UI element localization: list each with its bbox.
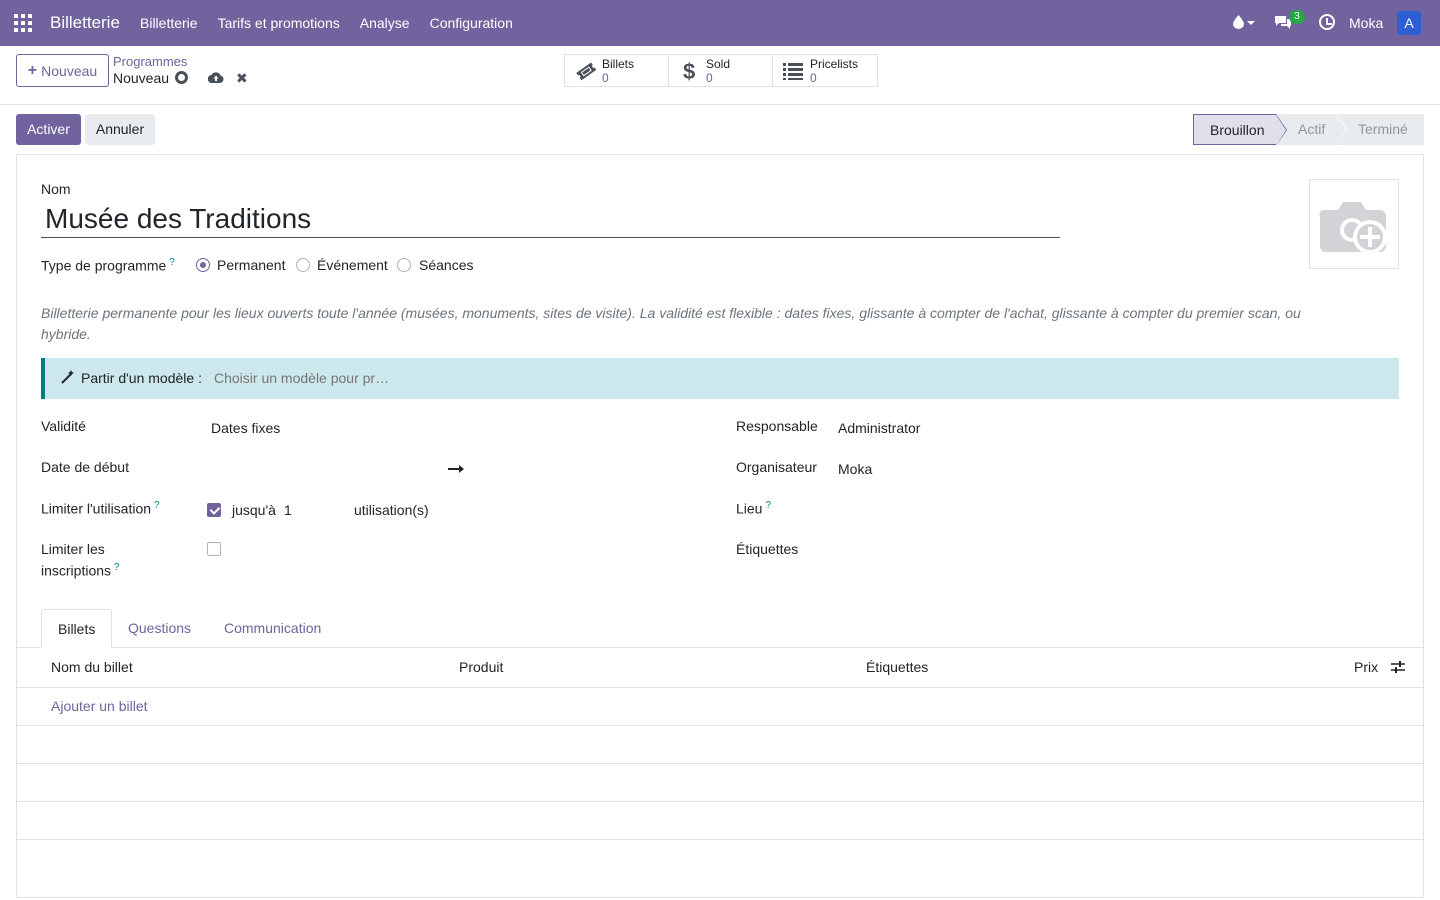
status-bar: Brouillon Actif Terminé	[1193, 113, 1424, 146]
main-menu: Billetterie Tarifs et promotions Analyse…	[140, 15, 533, 31]
smart-buttons: Billets 0 $ Sold 0 Pricelists 0	[564, 54, 878, 87]
validity-label: Validité	[41, 418, 86, 434]
row-divider	[17, 801, 1423, 802]
name-input[interactable]: Musée des Traditions	[45, 203, 311, 235]
limit-registrations-checkbox[interactable]	[207, 542, 221, 556]
camera-add-icon	[1319, 202, 1387, 254]
limit-registrations-label: Limiter les	[41, 541, 105, 557]
cloud-upload-icon[interactable]	[208, 72, 224, 83]
dollar-icon: $	[683, 61, 695, 81]
svg-text:$: $	[683, 61, 695, 81]
limit-usage-suffix: utilisation(s)	[354, 502, 429, 518]
smart-button-value: 0	[810, 71, 817, 85]
limit-registrations-label-line2: inscriptions?	[41, 562, 120, 579]
radio-seances-label[interactable]: Séances	[419, 257, 473, 273]
list-header: Nom du billet Produit Étiquettes Prix	[17, 648, 1423, 688]
limit-usage-label: Limiter l'utilisation?	[41, 500, 160, 517]
arrow-right-icon	[448, 465, 464, 473]
apps-grid-icon[interactable]	[14, 14, 32, 32]
gear-icon[interactable]	[175, 71, 188, 84]
stage-label: Actif	[1298, 121, 1326, 137]
notebook-tabs: Billets Questions Communication	[17, 609, 1423, 648]
list-icon	[783, 63, 803, 80]
row-divider	[17, 725, 1423, 726]
template-label: Partir d'un modèle :	[81, 370, 202, 386]
smart-button-label: Billets	[602, 57, 635, 71]
chat-badge: 3	[1289, 10, 1305, 24]
new-button[interactable]: + Nouveau	[16, 54, 109, 87]
user-avatar[interactable]: A	[1397, 11, 1421, 35]
tab-billets[interactable]: Billets	[41, 609, 113, 648]
radio-permanent-label[interactable]: Permanent	[217, 257, 285, 273]
new-button-label: Nouveau	[41, 62, 98, 79]
smart-button-sold[interactable]: $ Sold 0	[669, 55, 773, 86]
organizer-select[interactable]: Moka	[838, 461, 872, 477]
smart-button-billets[interactable]: Billets 0	[565, 55, 669, 86]
responsible-label: Responsable	[736, 418, 818, 434]
row-divider	[17, 839, 1423, 840]
smart-button-value: 0	[602, 71, 609, 85]
limit-usage-count-input[interactable]: 1	[284, 502, 292, 518]
app-brand[interactable]: Billetterie	[50, 13, 120, 33]
limit-usage-prefix: jusqu'à	[232, 502, 276, 518]
sliders-icon[interactable]	[1391, 660, 1405, 674]
program-type-label: Type de programme?	[41, 257, 175, 274]
venue-label: Lieu?	[736, 500, 772, 517]
column-tags[interactable]: Étiquettes	[866, 659, 928, 675]
activate-button[interactable]: Activer	[16, 114, 81, 145]
program-description: Billetterie permanente pour les lieux ou…	[41, 305, 1301, 342]
stage-brouillon[interactable]: Brouillon	[1193, 114, 1287, 146]
record-name: Nouveau	[113, 70, 170, 86]
plus-icon: +	[27, 61, 38, 79]
radio-permanent[interactable]	[196, 258, 210, 272]
add-ticket-link[interactable]: Ajouter un billet	[51, 698, 148, 714]
chevron-down-icon[interactable]	[1247, 21, 1255, 25]
smart-button-label: Pricelists	[810, 57, 859, 71]
row-divider	[17, 763, 1423, 764]
tab-questions[interactable]: Questions	[112, 609, 207, 648]
magic-wand-icon	[61, 370, 74, 384]
breadcrumb[interactable]: Programmes	[113, 54, 187, 69]
help-tooltip-icon[interactable]: ?	[169, 257, 175, 268]
limit-usage-checkbox[interactable]	[207, 503, 221, 517]
column-ticket-name[interactable]: Nom du billet	[51, 659, 133, 675]
top-navbar: Billetterie Billetterie Tarifs et promot…	[0, 0, 1440, 46]
clock-icon[interactable]	[1319, 14, 1335, 30]
validity-select[interactable]: Dates fixes	[211, 420, 280, 436]
stage-label: Brouillon	[1210, 122, 1265, 138]
name-input-underline	[41, 237, 1060, 238]
template-bar: Partir d'un modèle :	[41, 358, 1399, 399]
image-upload[interactable]	[1309, 179, 1399, 269]
help-tooltip-icon[interactable]: ?	[114, 562, 120, 573]
smart-button-label: Sold	[706, 57, 731, 71]
menu-item-tarifs[interactable]: Tarifs et promotions	[218, 15, 340, 31]
smart-button-value: 0	[706, 71, 713, 85]
menu-item-billetterie[interactable]: Billetterie	[140, 15, 198, 31]
smart-button-pricelists[interactable]: Pricelists 0	[773, 55, 877, 86]
tab-communication[interactable]: Communication	[208, 609, 337, 648]
radio-evenement[interactable]	[296, 258, 310, 272]
organizer-label: Organisateur	[736, 459, 817, 475]
stage-termine[interactable]: Terminé	[1336, 114, 1424, 145]
start-date-label: Date de début	[41, 459, 129, 475]
help-tooltip-icon[interactable]: ?	[154, 500, 160, 511]
column-product[interactable]: Produit	[459, 659, 503, 675]
column-price[interactable]: Prix	[1354, 659, 1378, 675]
ticket-icon	[576, 62, 597, 81]
template-select-input[interactable]	[214, 370, 404, 386]
control-panel: + Nouveau Programmes Nouveau ✖ Billets 0…	[0, 46, 1440, 105]
name-label: Nom	[41, 181, 71, 197]
close-icon[interactable]: ✖	[236, 70, 248, 87]
company-switcher[interactable]: Moka	[1349, 15, 1383, 31]
drop-icon[interactable]	[1233, 15, 1244, 29]
menu-item-configuration[interactable]: Configuration	[430, 15, 513, 31]
cancel-button[interactable]: Annuler	[85, 114, 155, 145]
responsible-select[interactable]: Administrator	[838, 420, 920, 436]
radio-seances[interactable]	[397, 258, 411, 272]
help-tooltip-icon[interactable]: ?	[765, 500, 771, 511]
radio-evenement-label[interactable]: Événement	[317, 257, 388, 273]
menu-item-analyse[interactable]: Analyse	[360, 15, 410, 31]
tags-label: Étiquettes	[736, 541, 799, 557]
stage-label: Terminé	[1358, 121, 1408, 137]
